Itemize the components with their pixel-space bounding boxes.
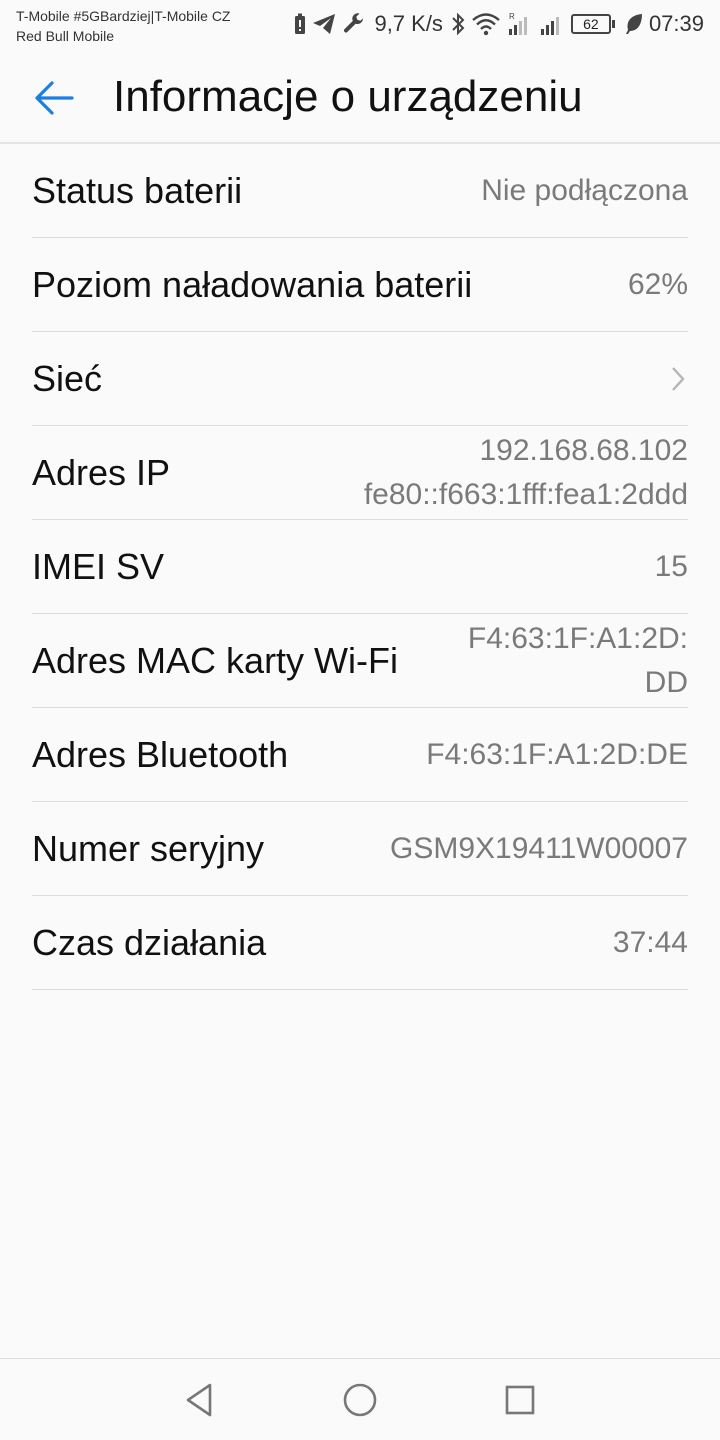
row-serial-number: Numer seryjny GSM9X19411W00007 <box>32 802 688 896</box>
network-speed: 9,7 K/s <box>374 11 443 36</box>
app-bar: Informacje o urządzeniu <box>0 50 720 144</box>
row-bluetooth-address: Adres Bluetooth F4:63:1F:A1:2D:DE <box>32 708 688 802</box>
navigation-bar <box>0 1358 720 1440</box>
row-wifi-mac: Adres MAC karty Wi-Fi F4:63:1F:A1:2D: DD <box>32 614 688 708</box>
row-label: Adres Bluetooth <box>32 733 289 775</box>
battery-level: 62 <box>570 14 615 34</box>
wrench-icon <box>342 12 366 36</box>
nav-recent-icon <box>505 1385 535 1415</box>
page-title: Informacje o urządzeniu <box>113 72 583 121</box>
nav-back-button[interactable] <box>180 1380 220 1420</box>
nav-back-icon <box>186 1383 212 1417</box>
carrier-line-2: Red Bull Mobile <box>16 28 115 44</box>
row-label: Numer seryjny <box>32 827 265 869</box>
row-value: 37:44 <box>612 925 688 959</box>
svg-text:R: R <box>509 12 515 21</box>
ipv6-address: fe80::f663:1fff:fea1:2ddd <box>363 477 688 511</box>
wifi-icon <box>471 12 501 36</box>
back-button[interactable] <box>30 74 78 122</box>
signal-icon <box>539 11 565 37</box>
row-label: Sieć <box>32 357 103 399</box>
row-value: F4:63:1F:A1:2D: DD <box>468 617 688 705</box>
screen: T-Mobile #5GBardziej|T-Mobile CZ Red Bul… <box>0 0 720 1440</box>
row-label: Status baterii <box>32 169 243 211</box>
bluetooth-icon <box>451 12 465 36</box>
row-value: 15 <box>654 549 688 583</box>
row-value: 62% <box>627 267 688 301</box>
row-battery-status: Status baterii Nie podłączona <box>32 144 688 238</box>
leaf-icon <box>625 13 643 35</box>
nav-home-icon <box>343 1383 377 1417</box>
row-ip-address: Adres IP 192.168.68.102 fe80::f663:1fff:… <box>32 426 688 520</box>
device-info-list: Status baterii Nie podłączona Poziom nał… <box>32 144 688 990</box>
row-value: F4:63:1F:A1:2D:DE <box>426 737 688 771</box>
row-label: Adres IP <box>32 451 171 493</box>
carrier-line-1: T-Mobile #5GBardziej|T-Mobile CZ <box>16 8 231 24</box>
row-value: Nie podłączona <box>481 173 688 207</box>
battery-saver-icon <box>294 13 306 35</box>
nav-home-button[interactable] <box>340 1380 380 1420</box>
chevron-right-icon <box>672 366 685 391</box>
clock: 07:39 <box>648 11 704 36</box>
row-imei-sv: IMEI SV 15 <box>32 520 688 614</box>
row-uptime: Czas działania 37:44 <box>32 896 688 990</box>
status-icons: 9,7 K/s R 62 07:39 <box>294 8 704 40</box>
carrier-info: T-Mobile #5GBardziej|T-Mobile CZ Red Bul… <box>16 6 230 46</box>
row-label: Czas działania <box>32 921 267 963</box>
ipv4-address: 192.168.68.102 <box>479 433 688 467</box>
row-label: Adres MAC karty Wi-Fi <box>32 639 399 681</box>
mac-line-2: DD <box>644 665 688 699</box>
telegram-icon <box>312 13 336 35</box>
row-network[interactable]: Sieć <box>32 332 688 426</box>
status-bar: T-Mobile #5GBardziej|T-Mobile CZ Red Bul… <box>0 0 720 50</box>
battery-indicator: 62 <box>570 14 615 34</box>
nav-recent-button[interactable] <box>500 1380 540 1420</box>
mac-line-1: F4:63:1F:A1:2D: <box>467 621 688 655</box>
row-value: 192.168.68.102 fe80::f663:1fff:fea1:2ddd <box>364 429 688 517</box>
row-battery-level: Poziom naładowania baterii 62% <box>32 238 688 332</box>
arrow-left-icon <box>35 81 74 115</box>
signal-roaming-icon: R <box>507 11 533 37</box>
row-value: GSM9X19411W00007 <box>390 831 688 865</box>
row-label: Poziom naładowania baterii <box>32 263 473 305</box>
row-label: IMEI SV <box>32 545 165 587</box>
